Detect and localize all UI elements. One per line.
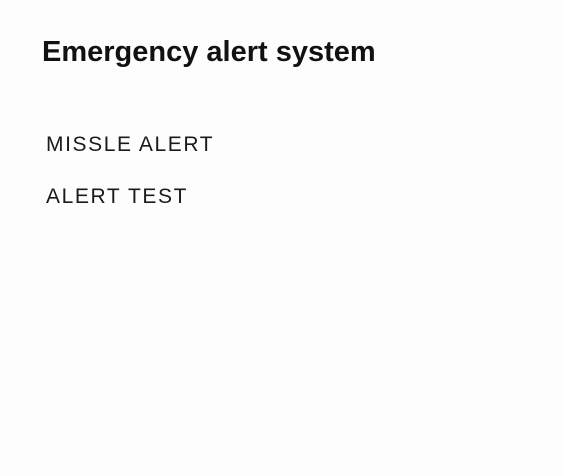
missile-alert-link[interactable]: MISSLE ALERT (46, 130, 214, 160)
page-title: Emergency alert system (42, 36, 376, 68)
alert-options-list: MISSLE ALERT ALERT TEST (46, 130, 214, 234)
alert-system-page: Emergency alert system MISSLE ALERT ALER… (0, 0, 564, 476)
alert-test-link[interactable]: ALERT TEST (46, 182, 214, 212)
